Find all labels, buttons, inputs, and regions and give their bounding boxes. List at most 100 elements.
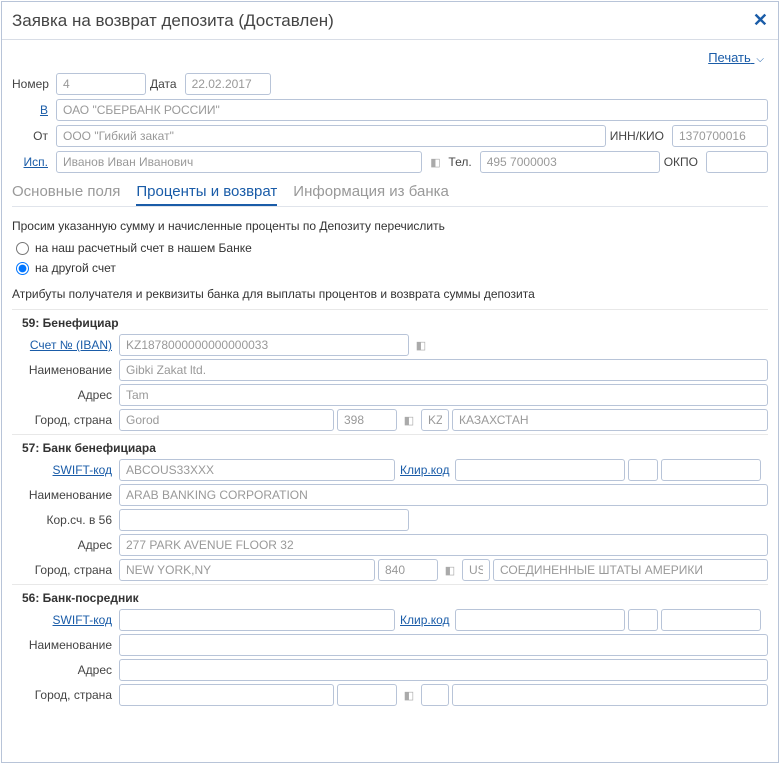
- bene-address-row: Адрес: [12, 384, 768, 406]
- ib-address-row: Адрес: [12, 659, 768, 681]
- ib-name-input[interactable]: [119, 634, 768, 656]
- okpo-label: ОКПО: [664, 155, 702, 169]
- bb-clearing-code1[interactable]: [628, 459, 658, 481]
- tab-main-fields[interactable]: Основные поля: [12, 183, 120, 204]
- ib-swift-link[interactable]: SWIFT-код: [12, 613, 116, 627]
- number-input[interactable]: [56, 73, 146, 95]
- isp-picker-icon[interactable]: ◧: [426, 153, 444, 171]
- ib-name-row: Наименование: [12, 634, 768, 656]
- bb-clearing-link[interactable]: Клир.код: [398, 463, 452, 477]
- number-label: Номер: [12, 77, 52, 91]
- ib-clearing-input[interactable]: [455, 609, 625, 631]
- ib-address-input[interactable]: [119, 659, 768, 681]
- v-row: В: [12, 99, 768, 121]
- bene-name-label: Наименование: [12, 363, 116, 377]
- section-intermediary-bank: 56: Банк-посредник SWIFT-код Клир.код На…: [12, 584, 768, 706]
- bb-code-input[interactable]: [378, 559, 438, 581]
- v-input[interactable]: [56, 99, 768, 121]
- tab-bank-info[interactable]: Информация из банка: [293, 183, 449, 204]
- bene-country-input[interactable]: [452, 409, 768, 431]
- radio-other-account-row: на другой счет: [12, 261, 768, 275]
- ot-input[interactable]: [56, 125, 606, 147]
- bb-corr-row: Кор.сч. в 56: [12, 509, 768, 531]
- bb-country-code-input[interactable]: [462, 559, 490, 581]
- iban-row: Счет № (IBAN) ◧: [12, 334, 768, 356]
- bb-city-label: Город, страна: [12, 563, 116, 577]
- radio-our-account-label: на наш расчетный счет в нашем Банке: [35, 241, 252, 255]
- print-row: Печать ⌵: [2, 40, 778, 71]
- bb-code-picker-icon[interactable]: ◧: [441, 561, 459, 579]
- ib-country-code-input[interactable]: [421, 684, 449, 706]
- ib-clearing-link[interactable]: Клир.код: [398, 613, 452, 627]
- bb-country-input[interactable]: [493, 559, 768, 581]
- ib-swift-row: SWIFT-код Клир.код: [12, 609, 768, 631]
- radio-other-account[interactable]: [16, 262, 29, 275]
- bene-bank-title: 57: Банк бенефициара: [12, 437, 768, 459]
- bb-clearing-input[interactable]: [455, 459, 625, 481]
- section-beneficiary: 59: Бенефициар Счет № (IBAN) ◧ Наименова…: [12, 309, 768, 431]
- bb-address-label: Адрес: [12, 538, 116, 552]
- bb-clearing-code2[interactable]: [661, 459, 761, 481]
- bb-corr-input[interactable]: [119, 509, 409, 531]
- iban-link[interactable]: Счет № (IBAN): [12, 338, 116, 352]
- bene-code-picker-icon[interactable]: ◧: [400, 411, 418, 429]
- inter-bank-title: 56: Банк-посредник: [12, 587, 768, 609]
- date-label: Дата: [150, 77, 181, 91]
- bene-country-code-input[interactable]: [421, 409, 449, 431]
- ib-code-picker-icon[interactable]: ◧: [400, 686, 418, 704]
- radio-other-account-label: на другой счет: [35, 261, 116, 275]
- bene-address-input[interactable]: [119, 384, 768, 406]
- radio-our-account-row: на наш расчетный счет в нашем Банке: [12, 241, 768, 255]
- bb-corr-label: Кор.сч. в 56: [12, 513, 116, 527]
- isp-link[interactable]: Исп.: [12, 155, 52, 169]
- isp-row: Исп. ◧ Тел. ОКПО: [12, 151, 768, 173]
- bb-swift-row: SWIFT-код Клир.код: [12, 459, 768, 481]
- bb-swift-link[interactable]: SWIFT-код: [12, 463, 116, 477]
- tel-label: Тел.: [448, 155, 475, 169]
- bene-city-label: Город, страна: [12, 413, 116, 427]
- print-link[interactable]: Печать ⌵: [708, 50, 764, 65]
- ib-clearing-code2[interactable]: [661, 609, 761, 631]
- close-icon[interactable]: ✕: [753, 10, 768, 31]
- bene-name-row: Наименование: [12, 359, 768, 381]
- bene-code-input[interactable]: [337, 409, 397, 431]
- tel-input[interactable]: [480, 151, 660, 173]
- iban-picker-icon[interactable]: ◧: [412, 336, 430, 354]
- number-date-row: Номер Дата: [12, 73, 768, 95]
- radio-our-account[interactable]: [16, 242, 29, 255]
- ib-code-input[interactable]: [337, 684, 397, 706]
- bene-city-input[interactable]: [119, 409, 334, 431]
- bene-address-label: Адрес: [12, 388, 116, 402]
- inn-label: ИНН/КИО: [610, 129, 668, 143]
- ib-clearing-code1[interactable]: [628, 609, 658, 631]
- bb-city-row: Город, страна ◧: [12, 559, 768, 581]
- dialog-title: Заявка на возврат депозита (Доставлен): [12, 11, 334, 31]
- ib-name-label: Наименование: [12, 638, 116, 652]
- bb-address-input[interactable]: [119, 534, 768, 556]
- section-beneficiary-bank: 57: Банк бенефициара SWIFT-код Клир.код …: [12, 434, 768, 581]
- bene-city-row: Город, страна ◧: [12, 409, 768, 431]
- ib-address-label: Адрес: [12, 663, 116, 677]
- content: Номер Дата В От ИНН/КИО Исп. ◧ Тел. ОКПО…: [2, 71, 778, 711]
- ib-city-input[interactable]: [119, 684, 334, 706]
- date-input[interactable]: [185, 73, 271, 95]
- isp-input[interactable]: [56, 151, 422, 173]
- bb-name-input[interactable]: [119, 484, 768, 506]
- inn-input[interactable]: [672, 125, 768, 147]
- ib-city-row: Город, страна ◧: [12, 684, 768, 706]
- bb-swift-input[interactable]: [119, 459, 395, 481]
- iban-input[interactable]: [119, 334, 409, 356]
- okpo-input[interactable]: [706, 151, 768, 173]
- ib-country-input[interactable]: [452, 684, 768, 706]
- v-link[interactable]: В: [12, 103, 52, 117]
- ib-swift-input[interactable]: [119, 609, 395, 631]
- beneficiary-title: 59: Бенефициар: [12, 312, 768, 334]
- bene-name-input[interactable]: [119, 359, 768, 381]
- print-link-text: Печать: [708, 50, 751, 65]
- ib-city-label: Город, страна: [12, 688, 116, 702]
- tab-interest-return[interactable]: Проценты и возврат: [136, 183, 277, 206]
- chevron-down-icon: ⌵: [756, 54, 764, 65]
- ot-row: От ИНН/КИО: [12, 125, 768, 147]
- bb-city-input[interactable]: [119, 559, 375, 581]
- bb-name-label: Наименование: [12, 488, 116, 502]
